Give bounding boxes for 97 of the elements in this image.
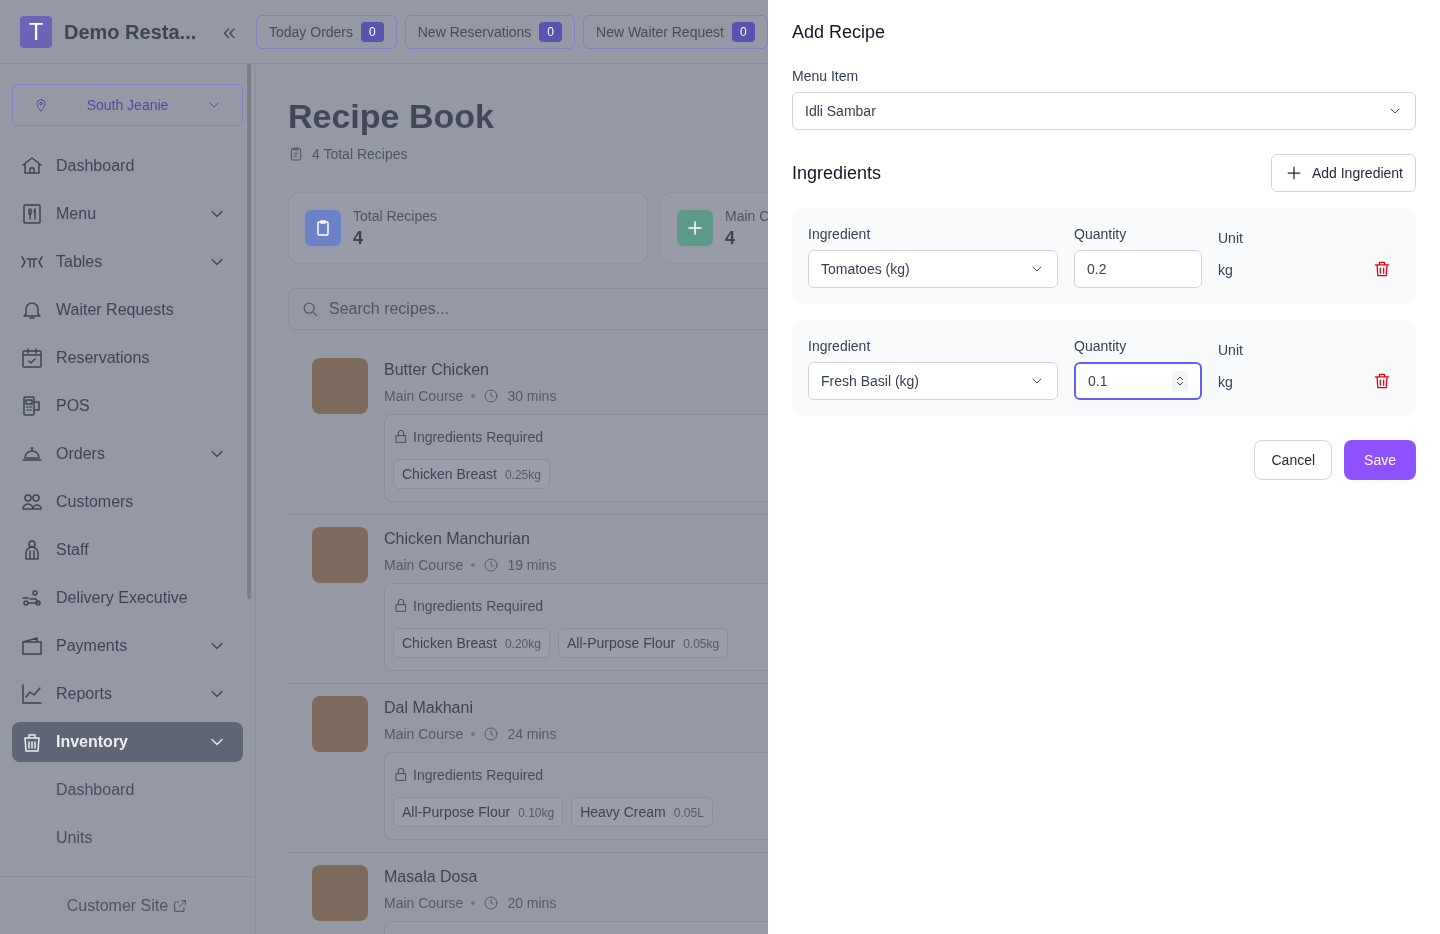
- recipe-category: Main Course: [384, 556, 464, 575]
- nav-item[interactable]: POS: [12, 386, 243, 426]
- unit-text: kg: [1218, 261, 1233, 280]
- recipe-category: Main Course: [384, 387, 464, 406]
- quantity-field[interactable]: 0.1: [1074, 362, 1202, 400]
- field-label: Ingredient: [808, 337, 871, 356]
- nav-item[interactable]: Waiter Requests: [12, 290, 243, 330]
- counter-button[interactable]: Today Orders 0: [256, 14, 397, 49]
- nav-item[interactable]: Orders: [12, 434, 243, 474]
- spinner-icon[interactable]: [1172, 371, 1188, 391]
- trash-icon: [1372, 371, 1392, 391]
- stat-label: Total Recipes: [353, 207, 438, 226]
- nav-item[interactable]: Reservations: [12, 338, 243, 378]
- ingredients-heading: Ingredients Required: [413, 597, 543, 616]
- section-heading: Ingredients: [792, 162, 882, 185]
- customer-site-link[interactable]: Customer Site: [0, 876, 255, 934]
- ingredient-dropdown[interactable]: Fresh Basil (kg): [808, 362, 1058, 400]
- recipe-name: Chicken Manchurian: [384, 529, 530, 549]
- food-photo-placeholder: [312, 696, 368, 752]
- ingredient-amount: 0.05L: [673, 805, 704, 821]
- ingredient-amount: 0.20kg: [504, 636, 541, 652]
- recipe-time: 30 mins: [507, 387, 557, 406]
- field-label: Quantity: [1074, 225, 1127, 244]
- recipe-name: Masala Dosa: [384, 867, 478, 887]
- count-badge: 0: [361, 21, 384, 42]
- drawer-title: Add Recipe: [792, 21, 886, 44]
- search-field[interactable]: Search recipes...: [288, 288, 768, 330]
- stat-label: Main C: [725, 207, 768, 226]
- clock-icon: [483, 557, 500, 573]
- unit-text: kg: [1218, 373, 1233, 392]
- recipe-count: 4 Total Recipes: [312, 145, 408, 164]
- field-label: Quantity: [1074, 337, 1127, 356]
- submenu-item[interactable]: Dashboard: [12, 770, 243, 810]
- nav-icon: [20, 346, 44, 370]
- logo-icon: T: [20, 15, 52, 48]
- location-pin-icon: [33, 97, 49, 113]
- counter-button[interactable]: New Waiter Request 0: [583, 14, 768, 49]
- brand-name: Demo Resta...: [64, 19, 197, 45]
- clock-icon: [483, 726, 500, 742]
- field-label: Unit: [1218, 229, 1243, 248]
- recipe-category: Main Course: [384, 894, 464, 913]
- food-photo-placeholder: [312, 358, 368, 414]
- submenu-item[interactable]: Units: [12, 818, 243, 858]
- recipe-name: Dal Makhani: [384, 698, 473, 718]
- nav-item[interactable]: Tables: [12, 242, 243, 282]
- ingredient-name: All-Purpose Flour: [402, 803, 511, 822]
- nav-item[interactable]: Delivery Executive: [12, 578, 243, 618]
- save-button[interactable]: Save: [1344, 440, 1416, 480]
- ingredient-name: Chicken Breast: [402, 634, 497, 653]
- counter-button[interactable]: New Reservations 0: [404, 14, 576, 49]
- add-ingredient-button[interactable]: Add Ingredient: [1270, 154, 1416, 192]
- trash-icon: [1372, 259, 1392, 279]
- field-label: Unit: [1218, 341, 1243, 360]
- recipe-time: 24 mins: [507, 725, 557, 744]
- collapse-sidebar-button[interactable]: «: [222, 19, 236, 44]
- nav-item[interactable]: Staff: [12, 530, 243, 570]
- ingredient-name: Heavy Cream: [580, 803, 666, 822]
- nav-item[interactable]: Dashboard: [12, 146, 243, 186]
- nav-item[interactable]: Reports: [12, 674, 243, 714]
- nav-icon: [20, 634, 44, 658]
- branch-dropdown[interactable]: South Jeanie: [12, 84, 243, 126]
- delete-button[interactable]: [1372, 371, 1392, 391]
- external-link-icon: [172, 897, 189, 914]
- ingredient-name: All-Purpose Flour: [566, 634, 676, 653]
- ingredient-dropdown[interactable]: Tomatoes (kg): [808, 250, 1058, 288]
- nav-icon: [20, 202, 44, 226]
- recipe-category: Main Course: [384, 725, 464, 744]
- nav-icon: [20, 682, 44, 706]
- page-title: Recipe Book: [288, 96, 494, 136]
- recipe-time: 20 mins: [507, 894, 557, 913]
- delete-button[interactable]: [1372, 259, 1392, 279]
- field-label: Ingredient: [808, 225, 871, 244]
- clock-icon: [483, 388, 500, 404]
- count-badge: 0: [731, 21, 755, 42]
- ingredient-amount: 0.10kg: [518, 805, 555, 821]
- nav-item[interactable]: Inventory: [12, 722, 243, 762]
- ingredient-amount: 0.25kg: [504, 467, 541, 483]
- menu-item-dropdown[interactable]: Idli Sambar: [792, 92, 1416, 130]
- quantity-field[interactable]: 0.2: [1074, 250, 1202, 288]
- ingredient-name: Chicken Breast: [402, 465, 497, 484]
- field-label: Menu Item: [792, 67, 859, 86]
- ingredients-heading: Ingredients Required: [413, 428, 543, 447]
- recipe-time: 19 mins: [507, 556, 557, 575]
- stat-value: 4: [353, 227, 364, 250]
- cancel-button[interactable]: Cancel: [1254, 440, 1333, 480]
- food-photo-placeholder: [312, 865, 368, 921]
- nav-item[interactable]: Customers: [12, 482, 243, 522]
- nav-item[interactable]: Payments: [12, 626, 243, 666]
- stat-value: 4: [725, 227, 736, 250]
- recipe-name: Butter Chicken: [384, 360, 489, 380]
- count-badge: 0: [539, 21, 563, 42]
- ingredients-heading: Ingredients Required: [413, 766, 543, 785]
- clipboard-icon: [288, 146, 304, 162]
- food-photo-placeholder: [312, 527, 368, 583]
- clock-icon: [483, 895, 500, 911]
- ingredient-amount: 0.05kg: [683, 636, 720, 652]
- nav-item[interactable]: Menu: [12, 194, 243, 234]
